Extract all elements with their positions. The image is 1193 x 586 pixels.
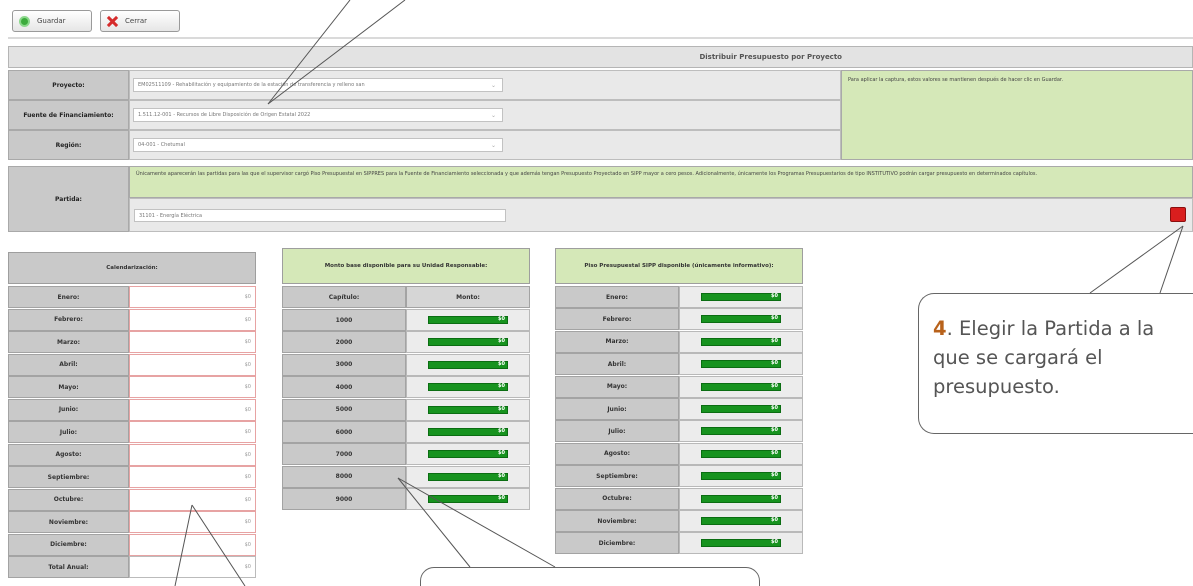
pointer-line [191, 504, 246, 586]
pointer-line [267, 0, 351, 105]
pointer-line [1089, 225, 1184, 294]
pointer-line [397, 477, 556, 568]
pointer-line [267, 0, 406, 105]
pointer-line [397, 477, 471, 568]
callout-pointers [174, 0, 1184, 586]
pointer-line [1159, 225, 1184, 294]
pointer-line [174, 504, 193, 586]
